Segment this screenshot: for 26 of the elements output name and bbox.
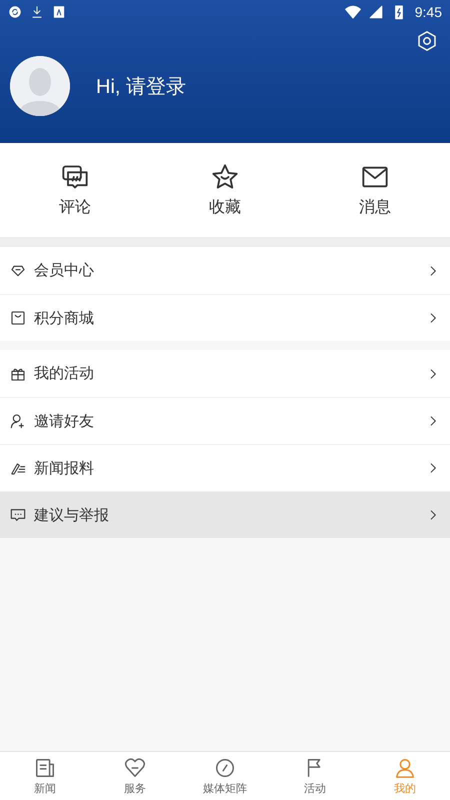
menu-item[interactable]: 建议与举报 xyxy=(0,491,450,538)
text-app-icon xyxy=(52,5,66,19)
wifi-icon xyxy=(344,4,361,20)
settings-icon[interactable] xyxy=(416,30,438,52)
tab-item[interactable]: 服务 xyxy=(90,752,180,800)
person-icon xyxy=(394,756,416,778)
tab-item[interactable]: 新闻 xyxy=(0,752,90,800)
tab-item[interactable]: 活动 xyxy=(270,752,360,800)
invite-icon xyxy=(10,413,26,429)
star-icon xyxy=(211,162,239,190)
comment-icon xyxy=(61,162,89,190)
heart-icon xyxy=(124,756,146,778)
tab-item[interactable]: 媒体矩阵 xyxy=(180,752,270,800)
compass-icon xyxy=(214,756,236,778)
avatar[interactable] xyxy=(10,56,70,116)
quick-action[interactable]: 消息 xyxy=(300,143,450,237)
bag-icon xyxy=(10,310,26,326)
news-icon xyxy=(34,756,56,778)
status-time: 9:45 xyxy=(414,4,442,20)
login-prompt[interactable]: Hi, 请登录 xyxy=(96,72,186,100)
sync-icon xyxy=(8,5,22,19)
quick-action[interactable]: 评论 xyxy=(0,143,150,237)
download-icon xyxy=(30,5,44,19)
chat-icon xyxy=(10,507,26,523)
signal-icon xyxy=(368,5,383,19)
quick-action[interactable]: 收藏 xyxy=(150,143,300,237)
